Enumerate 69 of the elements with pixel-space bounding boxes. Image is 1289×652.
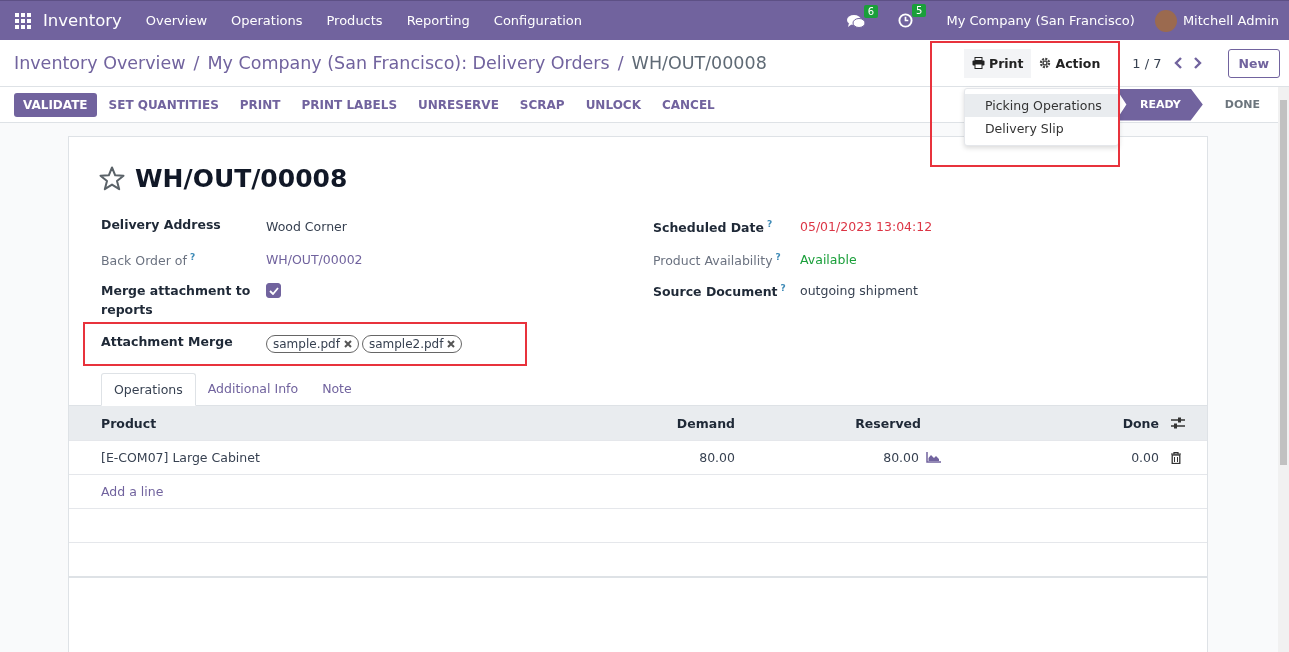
notebook-tab[interactable]: Additional Info (195, 373, 311, 406)
field-label: Source Document $^{?}$ (653, 282, 787, 302)
menu-item[interactable]: Reporting (394, 13, 482, 28)
field-value: 05/01/2023 13:04:12 (800, 218, 933, 236)
breadcrumb-separator: / (617, 53, 624, 73)
table-cell-text: 80.00 (698, 450, 736, 465)
field-label: Scheduled Date $^{?}$ (653, 218, 774, 238)
menu-item[interactable]: Overview (133, 13, 220, 28)
field-value: Wood Corner (266, 218, 347, 236)
company-switcher[interactable]: My Company (San Francisco) (946, 13, 1135, 28)
menu-item[interactable]: Configuration (481, 13, 594, 28)
status-stage[interactable]: DONE (1202, 88, 1278, 121)
breadcrumb[interactable]: WH/OUT/00008 (631, 53, 767, 73)
close-icon[interactable] (343, 340, 352, 348)
field-value: outgoing shipment (800, 282, 918, 300)
field-value[interactable]: WH/OUT/00002 (266, 248, 363, 269)
dropdown-item[interactable]: Picking Operations (964, 93, 1118, 117)
field-label: Product Availability $^{?}$ (653, 251, 782, 271)
message-count-badge: 6 (863, 4, 879, 18)
menu-item[interactable]: Products (314, 13, 395, 28)
clock-icon[interactable] (898, 13, 914, 28)
field-label: Attachment Merge (101, 333, 234, 351)
gear-icon (1039, 57, 1052, 69)
chevron-left-icon[interactable] (1173, 57, 1184, 69)
table-cell-text: 0.00 (1130, 450, 1160, 465)
user-menu[interactable]: Mitchell Admin (1182, 13, 1279, 28)
column-header[interactable]: Product (101, 415, 515, 431)
field-label: Delivery Address (101, 216, 222, 234)
table-cell-text: [E-COM07] Large Cabinet (101, 450, 261, 465)
new-button[interactable]: New (1227, 48, 1280, 78)
action-bar-button[interactable]: UNLOCK (576, 92, 650, 117)
scrollbar[interactable] (1278, 87, 1289, 652)
breadcrumb[interactable]: Inventory Overview (14, 53, 186, 73)
checkbox[interactable] (266, 283, 281, 298)
action-button[interactable]: Action (1031, 48, 1109, 78)
field-label: Back Order of $^{?}$ (101, 251, 197, 271)
action-bar-button[interactable]: CANCEL (652, 92, 724, 117)
activity-count-badge: 5 (912, 4, 927, 17)
pager-counter: 1 / 7 (1132, 55, 1162, 71)
breadcrumb[interactable]: My Company (San Francisco): Delivery Orders (207, 53, 610, 73)
action-bar-button[interactable]: VALIDATE (14, 92, 97, 117)
star-icon[interactable] (99, 165, 125, 191)
action-bar-button[interactable]: SET QUANTITIES (99, 92, 228, 117)
chat-icon[interactable] (846, 13, 865, 28)
field-label: Merge attachment to reports (101, 282, 252, 319)
add-line-link[interactable]: Add a line (101, 484, 164, 499)
action-bar-button[interactable]: PRINT (230, 92, 290, 117)
column-header[interactable]: Demand (515, 415, 739, 431)
breadcrumb-separator: / (193, 53, 200, 73)
menu-item[interactable]: Operations (219, 13, 315, 28)
table-cell: 80.00 (883, 450, 919, 465)
sliders-icon[interactable] (1171, 417, 1185, 429)
printer-icon (971, 57, 985, 69)
record-title: WH/OUT/00008 (135, 163, 348, 193)
field-value: Available (800, 251, 857, 269)
close-icon[interactable] (447, 340, 456, 348)
notebook-tab[interactable]: Note (310, 373, 364, 406)
trash-icon[interactable] (1171, 451, 1181, 464)
notebook-tab[interactable]: Operations (101, 373, 196, 406)
chevron-right-icon[interactable] (1191, 57, 1202, 69)
action-bar-button[interactable]: UNRESERVE (409, 92, 508, 117)
column-header[interactable]: Reserved (739, 415, 945, 431)
column-header[interactable]: Done (945, 415, 1163, 431)
action-bar-button[interactable]: SCRAP (510, 92, 574, 117)
action-bar-button[interactable]: PRINT LABELS (292, 92, 407, 117)
app-name[interactable]: Inventory (43, 11, 122, 30)
area-chart-icon[interactable] (926, 452, 941, 463)
apps-grid-icon[interactable] (15, 12, 31, 29)
print-button[interactable]: Print (963, 48, 1032, 78)
